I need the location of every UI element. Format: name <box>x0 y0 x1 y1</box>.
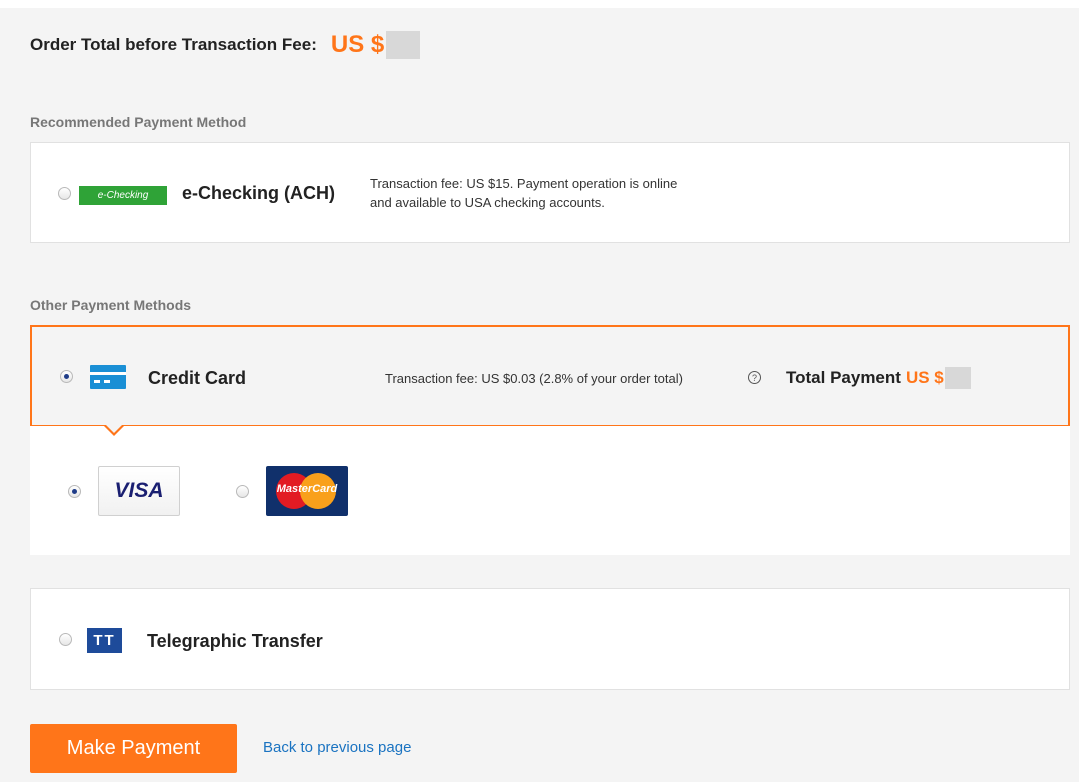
total-payment: Total Payment US $ <box>786 367 971 389</box>
order-total: Order Total before Transaction Fee: US $ <box>30 28 421 62</box>
top-strip <box>0 0 1079 8</box>
mastercard-logo-text: MasterCard <box>276 483 338 495</box>
telegraphic-transfer-title: Telegraphic Transfer <box>147 631 323 651</box>
other-section-label: Other Payment Methods <box>30 297 192 313</box>
order-total-redacted-amount <box>386 31 421 59</box>
order-total-currency: US $ <box>330 31 385 58</box>
back-link[interactable]: Back to previous page <box>263 739 411 756</box>
total-payment-label: Total Payment <box>786 368 901 387</box>
credit-card-radio[interactable] <box>60 370 73 383</box>
echecking-description-line1: Transaction fee: US $15. Payment operati… <box>370 176 678 191</box>
telegraphic-transfer-radio[interactable] <box>59 633 72 646</box>
echecking-description-line2: and available to USA checking accounts. <box>370 195 605 210</box>
visa-radio[interactable] <box>68 485 81 498</box>
help-icon[interactable]: ? <box>748 371 761 384</box>
echecking-logo: e-Checking <box>79 186 167 205</box>
echecking-title: e-Checking (ACH) <box>182 183 336 203</box>
credit-card-fee: Transaction fee: US $0.03 (2.8% of your … <box>385 371 683 386</box>
echecking-radio[interactable] <box>58 187 71 200</box>
echecking-description: Transaction fee: US $15. Payment operati… <box>370 174 677 212</box>
make-payment-button[interactable]: Make Payment <box>30 724 237 773</box>
visa-logo[interactable]: VISA <box>98 466 180 516</box>
total-payment-currency: US $ <box>905 368 944 387</box>
total-payment-redacted-amount <box>944 367 971 389</box>
order-total-label: Order Total before Transaction Fee: <box>30 35 317 54</box>
credit-card-option[interactable]: Credit Card Transaction fee: US $0.03 (2… <box>30 325 1070 427</box>
echecking-option[interactable]: e-Checking e-Checking (ACH) Transaction … <box>30 142 1070 243</box>
mastercard-radio[interactable] <box>236 485 249 498</box>
card-brand-selector: VISA MasterCard <box>30 426 1070 555</box>
selection-pointer-inner <box>106 425 122 433</box>
recommended-section-label: Recommended Payment Method <box>30 114 247 130</box>
telegraphic-transfer-icon: TT <box>87 628 122 653</box>
telegraphic-transfer-option[interactable]: TT Telegraphic Transfer <box>30 588 1070 690</box>
credit-card-icon <box>90 365 126 389</box>
credit-card-title: Credit Card <box>148 368 247 388</box>
mastercard-logo[interactable]: MasterCard <box>266 466 348 516</box>
